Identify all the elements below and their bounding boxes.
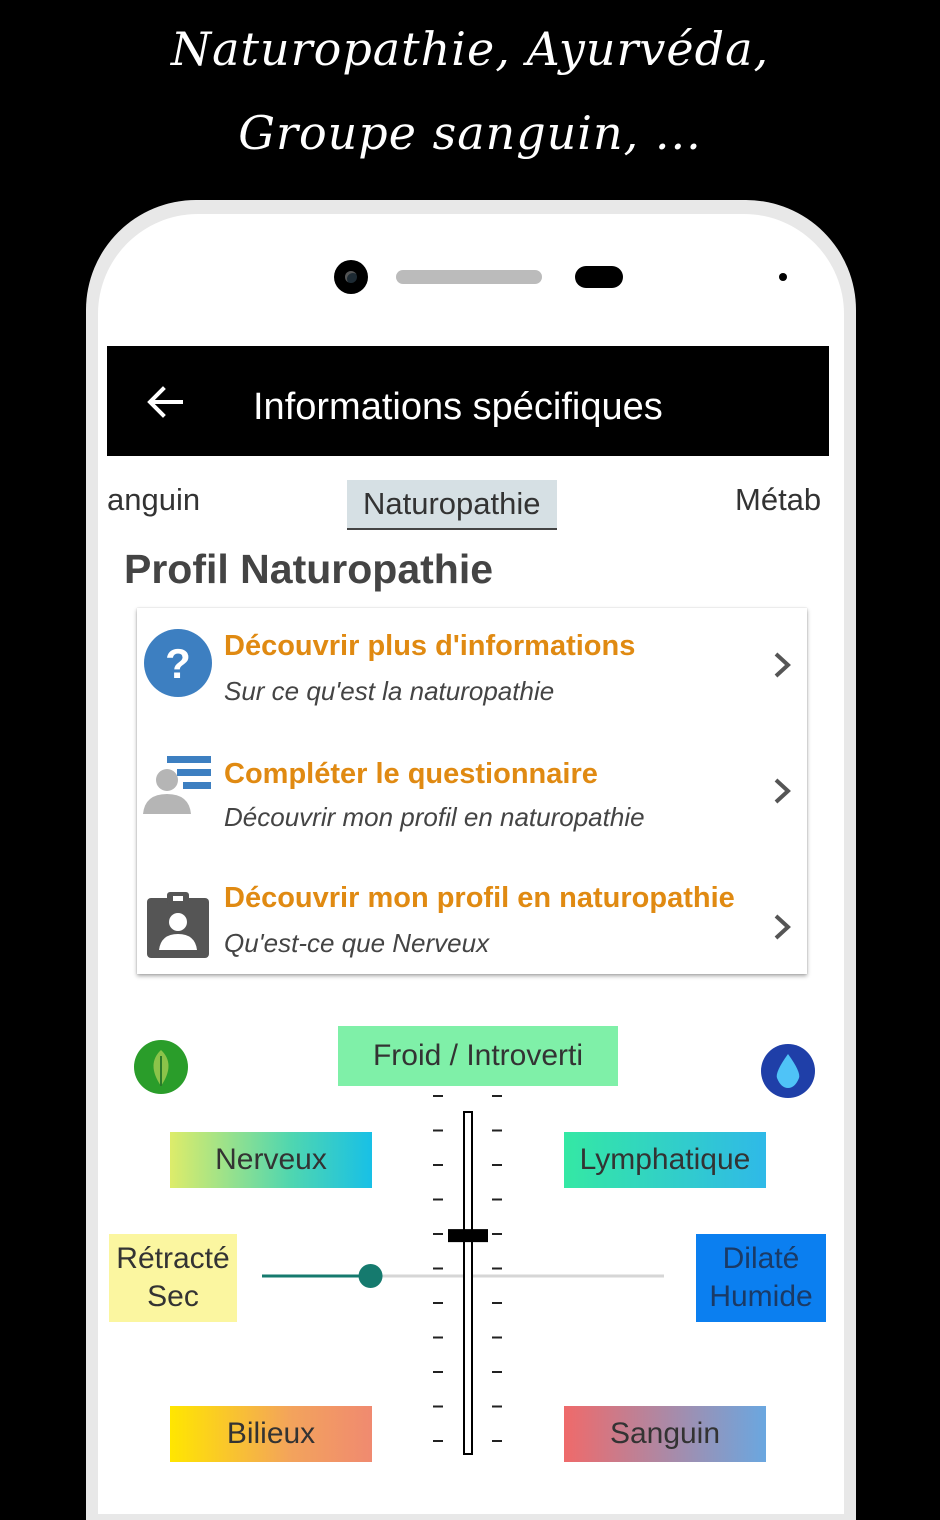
app-screen: Informations spécifiques anguin Naturopa… [107, 346, 829, 1470]
page-title: Informations spécifiques [253, 386, 663, 428]
tab-naturopathie[interactable]: Naturopathie [347, 480, 557, 530]
clipboard-user-icon [147, 892, 209, 958]
chevron-right-icon [774, 778, 791, 804]
menu-item-subtitle: Découvrir mon profil en naturopathie [224, 802, 645, 832]
tab-bar: anguin Naturopathie Métab [107, 456, 829, 536]
tab-groupe-sanguin[interactable]: anguin [107, 482, 200, 518]
vertical-slider-thumb[interactable] [448, 1229, 488, 1243]
question-circle-icon: ? [144, 629, 212, 697]
chevron-right-icon [774, 914, 791, 940]
menu-item-subtitle: Qu'est-ce que Nerveux [224, 928, 490, 958]
vertical-slider-track [463, 1111, 473, 1455]
profile-diagram: Froid / Introverti Nerveux Lymphatique R… [107, 1006, 829, 1470]
svg-text:?: ? [165, 640, 191, 687]
menu-item-subtitle: Sur ce qu'est la naturopathie [224, 676, 555, 706]
phone-led [779, 273, 787, 281]
profile-sliders [262, 1095, 664, 1455]
phone-sensor [575, 266, 623, 288]
menu-item-informations[interactable]: ? Découvrir plus d'informations Sur ce q… [137, 608, 807, 728]
horizontal-slider-thumb[interactable] [358, 1264, 383, 1288]
menu-card: ? Découvrir plus d'informations Sur ce q… [137, 608, 807, 974]
promo-line-2: Groupe sanguin, ... [238, 106, 702, 160]
menu-item-title: Découvrir mon profil en naturopathie [224, 882, 735, 914]
section-title: Profil Naturopathie [124, 546, 494, 592]
camera-icon [334, 260, 368, 294]
chevron-right-icon [774, 652, 791, 678]
arrow-left-icon[interactable] [145, 382, 185, 422]
tab-metabolisme[interactable]: Métab [735, 482, 821, 518]
promo-line-1: Naturopathie, Ayurvéda, [170, 22, 770, 76]
menu-item-questionnaire[interactable]: Compléter le questionnaire Découvrir mon… [137, 734, 807, 854]
app-bar: Informations spécifiques [107, 346, 829, 456]
menu-item-profil[interactable]: Découvrir mon profil en naturopathie Qu'… [137, 858, 807, 978]
menu-item-title: Découvrir plus d'informations [224, 630, 636, 662]
phone-speaker [396, 270, 542, 284]
user-list-icon [143, 756, 211, 814]
menu-item-title: Compléter le questionnaire [224, 758, 598, 790]
